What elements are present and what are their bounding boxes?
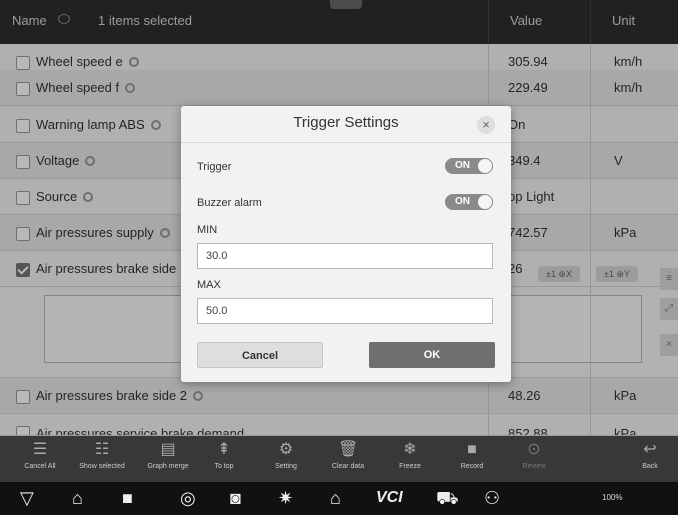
max-label: MAX [197, 279, 221, 291]
graph-icon: ▤ [160, 441, 176, 458]
toggle-knob [478, 159, 492, 173]
brightness-icon[interactable]: ✷ [278, 488, 293, 508]
toolbar-label: Graph merge [147, 463, 189, 470]
to-top-button[interactable]: ⇞ To top [196, 436, 252, 482]
gear-icon: ⚙ [278, 441, 294, 458]
clear-data-button[interactable]: 🗑 Clear data [320, 436, 376, 482]
vci-app-icon[interactable]: VCI [376, 488, 403, 508]
trigger-toggle[interactable]: ON [445, 158, 493, 174]
arrow-up-icon: ⇞ [217, 441, 231, 458]
record-button[interactable]: ■ Record [444, 436, 500, 482]
buzzer-label: Buzzer alarm [197, 197, 262, 209]
toolbar-label: Setting [275, 463, 297, 470]
toggle-knob [478, 195, 492, 209]
toolbar-label: Cancel All [24, 463, 56, 470]
toolbar-label: Show selected [79, 463, 125, 470]
cancel-button[interactable]: Cancel [197, 342, 323, 368]
list-check-icon: ☷ [94, 441, 110, 458]
back-button[interactable]: ↩ Back [622, 436, 678, 482]
trigger-settings-dialog: Trigger Settings × Trigger ON Buzzer ala… [181, 106, 511, 382]
status-battery: 100% [602, 493, 623, 502]
snowflake-icon: ❄ [403, 441, 417, 458]
buzzer-toggle[interactable]: ON [445, 194, 493, 210]
toolbar-label: To top [214, 463, 234, 470]
min-input[interactable]: 30.0 [197, 243, 493, 269]
home-icon[interactable]: ⌂ [72, 488, 83, 508]
play-icon: ⊙ [527, 441, 541, 458]
list-icon: ☰ [32, 441, 48, 458]
recent-apps-icon[interactable]: ■ [122, 488, 133, 508]
trigger-toggle-state: ON [455, 160, 470, 171]
system-nav-bar: ▽ ⌂ ■ ◎ ◙ ✷ ⌂ VCI ⛟ ⚇ 100% [0, 482, 678, 515]
setting-button[interactable]: ⚙ Setting [258, 436, 314, 482]
camera-icon[interactable]: ◙ [230, 488, 241, 508]
toolbar-label: Freeze [399, 463, 421, 470]
truck-icon[interactable]: ⛟ [436, 488, 459, 508]
close-icon[interactable]: × [477, 116, 495, 134]
remote-icon[interactable]: ⚇ [484, 488, 500, 508]
back-arrow-icon: ↩ [643, 441, 657, 458]
show-selected-button[interactable]: ☷ Show selected [74, 436, 130, 482]
autel-home-icon[interactable]: ⌂ [330, 488, 341, 508]
video-icon: ■ [467, 441, 477, 458]
screen: Name 1 items selected Value Unit Wheel s… [0, 0, 678, 515]
dialog-title: Trigger Settings [181, 106, 511, 143]
ok-button[interactable]: OK [369, 342, 495, 368]
browser-icon[interactable]: ◎ [180, 488, 196, 508]
cancel-all-button[interactable]: ☰ Cancel All [12, 436, 68, 482]
toolbar-label: Record [460, 463, 484, 470]
buzzer-toggle-state: ON [455, 196, 470, 207]
graph-merge-button[interactable]: ▤ Graph merge [140, 436, 196, 482]
toolbar-label: Review [522, 463, 546, 470]
max-input[interactable]: 50.0 [197, 298, 493, 324]
review-button[interactable]: ⊙ Review [506, 436, 562, 482]
bottom-toolbar: ☰ Cancel All ☷ Show selected ▤ Graph mer… [0, 436, 678, 482]
min-label: MIN [197, 224, 218, 236]
toolbar-label: Back [642, 463, 658, 470]
trash-icon: 🗑 [338, 441, 359, 458]
back-triangle-icon[interactable]: ▽ [20, 488, 34, 508]
freeze-button[interactable]: ❄ Freeze [382, 436, 438, 482]
toolbar-label: Clear data [331, 463, 365, 470]
trigger-label: Trigger [197, 161, 232, 173]
